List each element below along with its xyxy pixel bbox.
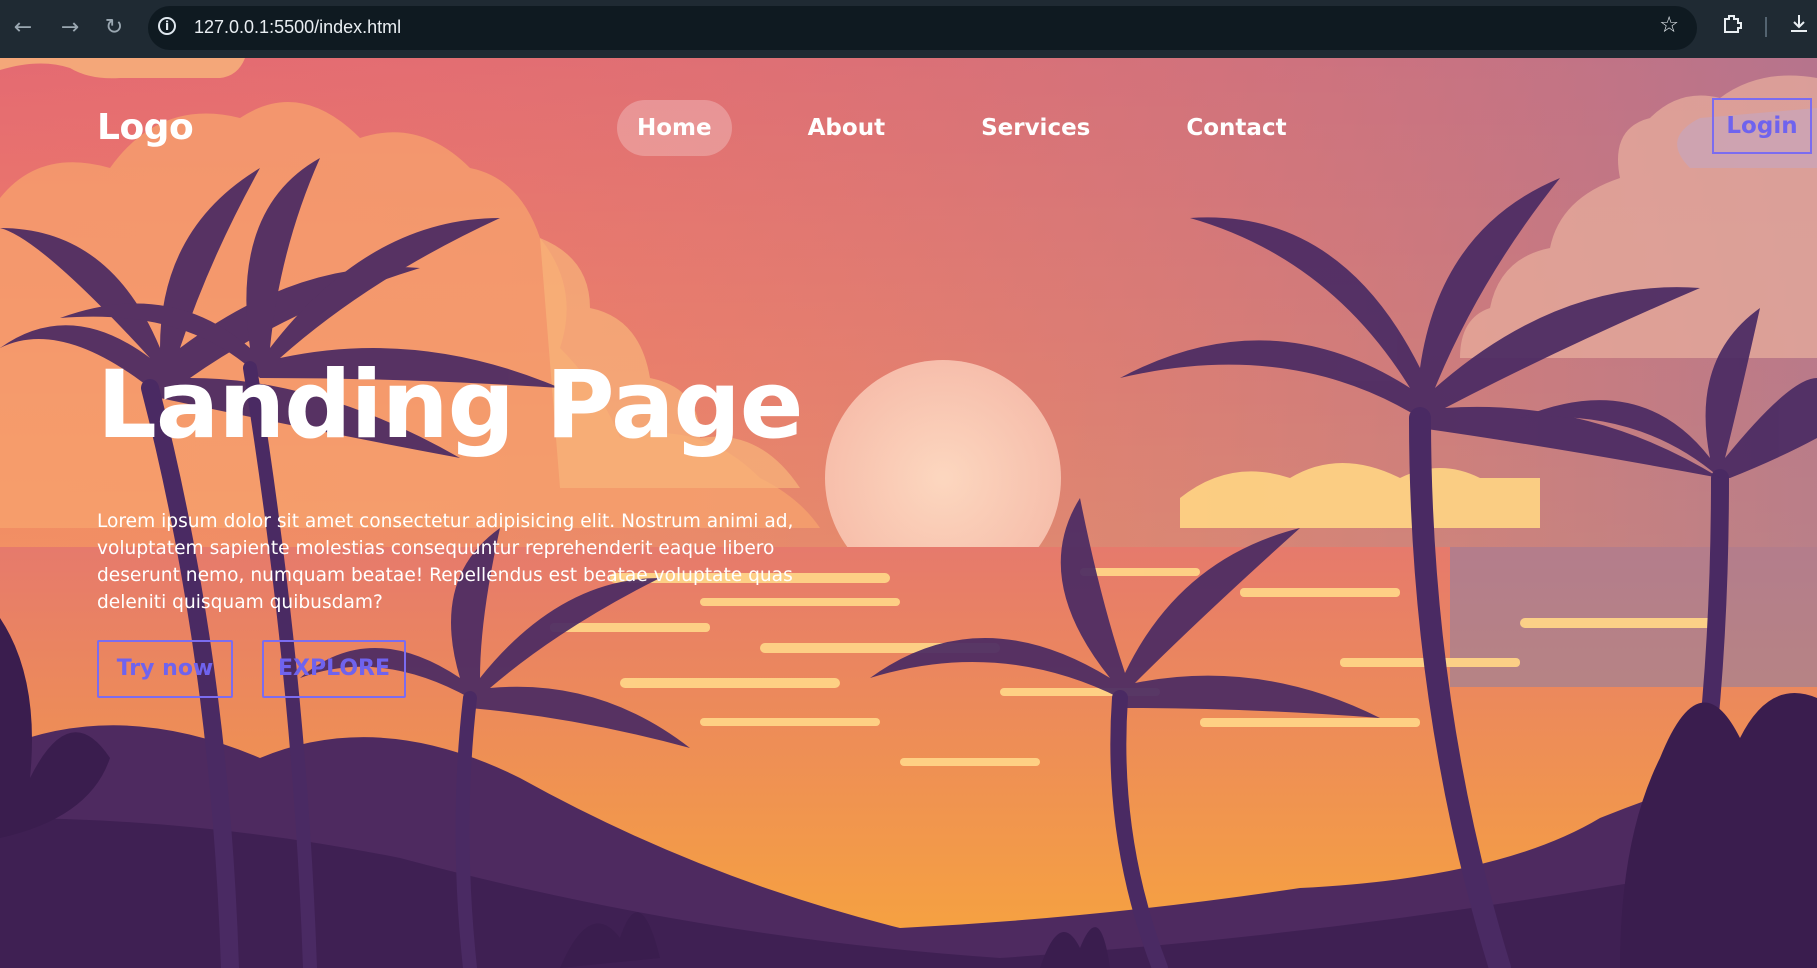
nav-link-services[interactable]: Services [961,100,1110,156]
nav-link-home[interactable]: Home [617,100,732,156]
address-bar[interactable]: i 127.0.0.1:5500/index.html ☆ [148,6,1697,50]
download-icon[interactable] [1787,12,1811,42]
hero-title: Landing Page [97,351,804,460]
toolbar-divider [1765,17,1767,37]
info-icon[interactable]: i [158,17,176,35]
nav-link-about[interactable]: About [788,100,905,156]
star-icon[interactable]: ☆ [1659,13,1679,38]
puzzle-icon[interactable] [1721,12,1745,42]
logo[interactable]: Logo [97,106,194,150]
explore-button[interactable]: EXPLORE [262,640,406,698]
main-nav: Home About Services Contact [617,100,1363,156]
login-button[interactable]: Login [1712,98,1812,154]
page-viewport: Logo Home About Services Contact Login L… [0,58,1817,968]
arrow-left-icon[interactable]: ← [10,15,36,41]
browser-toolbar: ← → ↻ i 127.0.0.1:5500/index.html ☆ [0,0,1817,59]
try-now-button[interactable]: Try now [97,640,233,698]
url-text[interactable]: 127.0.0.1:5500/index.html [194,16,401,38]
arrow-right-icon[interactable]: → [57,15,83,41]
nav-link-contact[interactable]: Contact [1166,100,1306,156]
hero-description: Lorem ipsum dolor sit amet consectetur a… [97,511,794,613]
reload-icon[interactable]: ↻ [101,15,127,41]
